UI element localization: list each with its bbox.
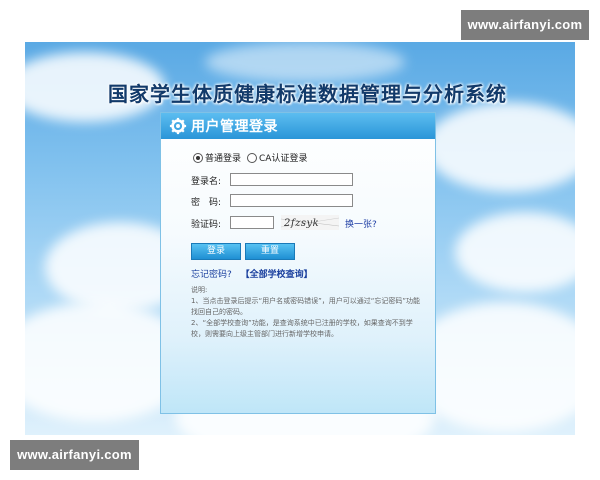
forgot-password-link[interactable]: 忘记密码? [191, 270, 232, 280]
radio-normal-login[interactable] [193, 152, 203, 163]
watermark-top: www.airfanyi.com [461, 10, 589, 40]
watermark-bottom: www.airfanyi.com [10, 440, 139, 470]
password-input[interactable] [230, 194, 353, 207]
refresh-captcha-link[interactable]: 换一张? [345, 217, 377, 230]
panel-title: 用户管理登录 [191, 119, 278, 135]
login-mode-group: 普通登录 CA认证登录 [193, 151, 313, 164]
login-button[interactable]: 登录 [191, 243, 241, 260]
system-title: 国家学生体质健康标准数据管理与分析系统 [108, 82, 507, 106]
note-item: 2、“全部学校查询”功能，是查询系统中已注册的学校，如果查询不到学校，则需要向上… [191, 319, 413, 338]
notes: 说明: 1、当点击登录后提示“用户名或密码错误”，用户可以通过“忘记密码”功能找… [191, 285, 423, 340]
password-label: 密 码: [191, 198, 222, 208]
help-links: 忘记密码? 【全部学校查询】 [191, 267, 313, 280]
reset-button[interactable]: 重置 [245, 243, 295, 260]
captcha-label: 验证码: [191, 220, 222, 230]
username-label: 登录名: [191, 177, 222, 187]
radio-ca-login-label[interactable]: CA认证登录 [259, 151, 307, 164]
captcha-text: 2fzsyk [283, 218, 319, 229]
school-query-link[interactable]: 【全部学校查询】 [241, 270, 313, 280]
note-item: 1、当点击登录后提示“用户名或密码错误”，用户可以通过“忘记密码”功能找回自己的… [191, 297, 420, 316]
panel-header: 用户管理登录 [161, 113, 435, 139]
username-input[interactable] [230, 173, 353, 186]
gear-icon [169, 117, 187, 135]
captcha-input[interactable] [230, 216, 274, 229]
radio-normal-login-label[interactable]: 普通登录 [205, 151, 241, 164]
login-panel: 用户管理登录 普通登录 CA认证登录 登录名: 密 码: 验证码: 2fzsyk… [160, 112, 436, 414]
radio-ca-login[interactable] [247, 152, 258, 163]
captcha-image[interactable]: 2fzsyk [281, 215, 339, 230]
notes-title: 说明: [191, 286, 208, 294]
